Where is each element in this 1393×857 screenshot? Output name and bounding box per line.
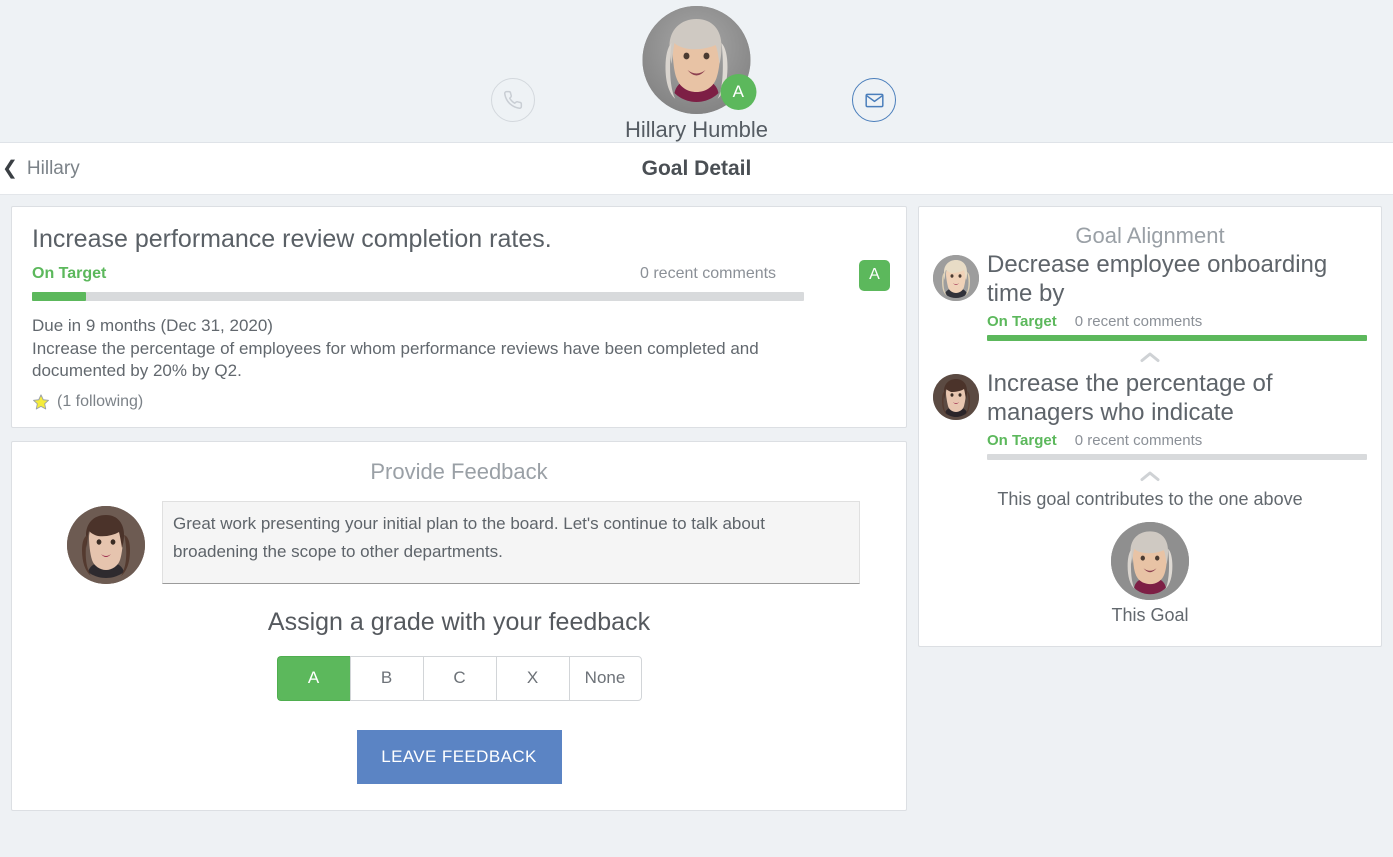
profile-avatar-wrap[interactable]: A	[642, 6, 750, 114]
feedback-heading: Provide Feedback	[34, 459, 884, 485]
alignment-goal-progress-bar	[987, 335, 1367, 341]
chevron-up-icon	[933, 350, 1367, 364]
avatar	[1111, 522, 1189, 600]
contributes-text: This goal contributes to the one above	[933, 489, 1367, 510]
goal-meta-row: On Target 0 recent comments A	[32, 262, 886, 286]
grade-option-none[interactable]: None	[569, 656, 642, 701]
status-badge: On Target	[987, 432, 1057, 449]
profile-name: Hillary Humble	[625, 117, 768, 143]
assign-grade-heading: Assign a grade with your feedback	[34, 608, 884, 637]
profile-identity: A Hillary Humble	[625, 6, 768, 143]
feedback-comment-input[interactable]	[162, 501, 860, 584]
back-link[interactable]: ❮ Hillary	[0, 158, 80, 180]
alignment-goal-title: Increase the percentage of managers who …	[987, 370, 1367, 427]
grade-selector[interactable]: ABCXNone	[34, 656, 884, 701]
leave-feedback-button[interactable]: LEAVE FEEDBACK	[357, 730, 562, 784]
this-goal-block: This Goal	[933, 522, 1367, 626]
chevron-left-icon: ❮	[2, 159, 18, 178]
goal-title: Increase performance review completion r…	[32, 225, 886, 254]
recent-comments-count: 0 recent comments	[1075, 313, 1203, 330]
star-icon	[32, 393, 50, 411]
feedback-author-avatar	[67, 506, 145, 584]
following-count: (1 following)	[57, 393, 143, 411]
envelope-icon	[864, 90, 885, 111]
grade-option-x[interactable]: X	[496, 656, 569, 701]
page-title: Goal Detail	[642, 157, 752, 181]
goal-due-date: Due in 9 months (Dec 31, 2020)	[32, 316, 886, 336]
recent-comments-count[interactable]: 0 recent comments	[640, 265, 776, 283]
goal-alignment-card: Goal Alignment	[918, 206, 1382, 647]
grade-option-c[interactable]: C	[423, 656, 496, 701]
profile-grade-badge: A	[720, 74, 756, 110]
avatar	[933, 255, 979, 301]
status-badge: On Target	[32, 265, 106, 283]
goal-progress-bar	[32, 292, 804, 301]
profile-header: A Hillary Humble	[0, 0, 1393, 143]
call-button[interactable]	[491, 78, 535, 122]
provide-feedback-card: Provide Feedback	[11, 441, 907, 811]
alignment-goal-body: Decrease employee onboarding time by On …	[987, 251, 1367, 341]
back-label: Hillary	[27, 158, 80, 180]
goal-detail-card: Increase performance review completion r…	[11, 206, 907, 428]
recent-comments-count: 0 recent comments	[1075, 432, 1203, 449]
side-column: Goal Alignment	[918, 206, 1393, 856]
goal-description: Increase the percentage of employees for…	[32, 338, 822, 383]
main-column: Increase performance review completion r…	[0, 206, 918, 856]
email-button[interactable]	[852, 78, 896, 122]
alignment-goal-item[interactable]: Increase the percentage of managers who …	[933, 370, 1367, 460]
avatar	[933, 374, 979, 420]
feedback-input-row	[34, 501, 884, 584]
this-goal-label: This Goal	[1111, 605, 1188, 626]
goal-alignment-heading: Goal Alignment	[933, 223, 1367, 249]
alignment-goal-item[interactable]: Decrease employee onboarding time by On …	[933, 251, 1367, 341]
alignment-goal-title: Decrease employee onboarding time by	[987, 251, 1367, 308]
grade-option-a[interactable]: A	[277, 656, 350, 701]
alignment-goal-meta: On Target 0 recent comments	[987, 313, 1367, 330]
title-bar: ❮ Hillary Goal Detail	[0, 143, 1393, 195]
page-body: Increase performance review completion r…	[0, 195, 1393, 856]
goal-progress-fill	[32, 292, 86, 301]
alignment-goal-progress-bar	[987, 454, 1367, 460]
following-row[interactable]: (1 following)	[32, 393, 886, 411]
alignment-goal-body: Increase the percentage of managers who …	[987, 370, 1367, 460]
goal-grade-chip: A	[859, 260, 890, 291]
alignment-goal-meta: On Target 0 recent comments	[987, 432, 1367, 449]
grade-option-b[interactable]: B	[350, 656, 423, 701]
chevron-up-icon	[933, 469, 1367, 483]
status-badge: On Target	[987, 313, 1057, 330]
phone-icon	[503, 90, 523, 110]
